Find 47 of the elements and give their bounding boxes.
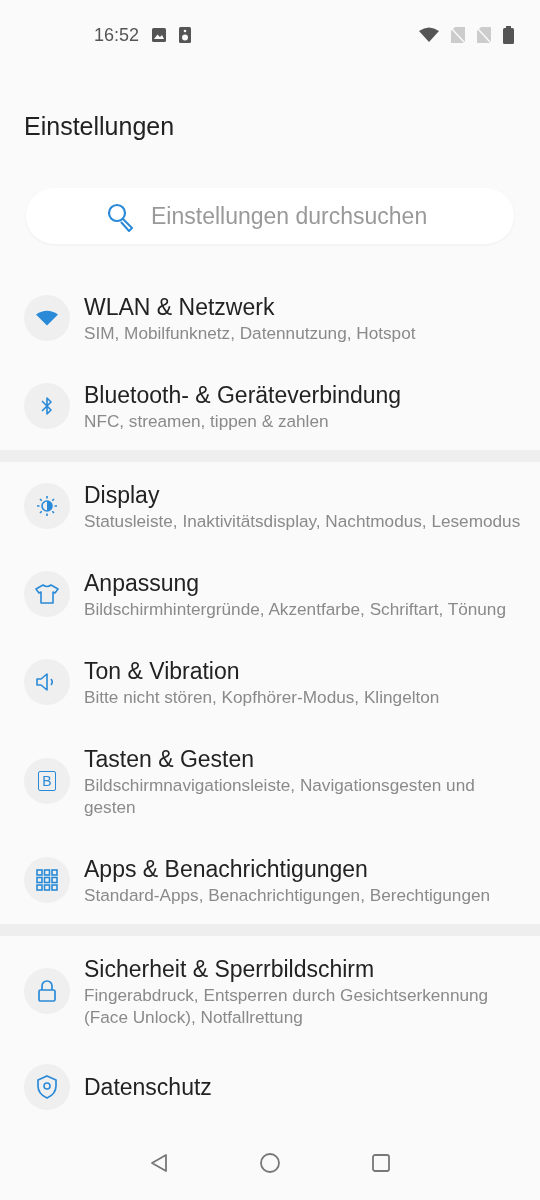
wifi-icon: [36, 310, 58, 326]
search-icon: [106, 202, 136, 232]
brightness-icon: [36, 495, 58, 517]
item-subtitle: Bitte nicht stören, Kopfhörer-Modus, Klingelton: [84, 686, 440, 708]
bluetooth-icon: [41, 396, 53, 416]
shirt-icon: [35, 583, 59, 605]
item-subtitle: Fingerabdruck, Entsperren durch Gesichtserkennung (Face Unlock), Notfallrettung: [84, 984, 490, 1028]
item-title: Ton & Vibration: [84, 657, 241, 686]
recents-icon[interactable]: [371, 1153, 391, 1173]
page-title: Einstellungen: [24, 112, 176, 140]
item-title: WLAN & Netzwerk: [84, 293, 276, 322]
item-subtitle: NFC, streamen, tippen & zahlen: [84, 410, 330, 432]
settings-item[interactable]: WLAN & Netzwerk SIM, Mobilfunknetz, Datennutzung, Hotspot: [0, 274, 540, 362]
battery-icon: [503, 26, 514, 44]
item-title: Datenschutz: [84, 1073, 212, 1102]
no-sim-icon: [451, 27, 465, 43]
no-sim-icon: [477, 27, 491, 43]
image-icon: [151, 27, 168, 43]
search-field[interactable]: Einstellungen durchsuchen: [26, 188, 514, 244]
settings-item[interactable]: Anpassung Bildschirmhintergründe, Akzentfarbe, Schriftart, Tönung: [0, 550, 540, 638]
settings-item[interactable]: Ton & Vibration Bitte nicht stören, Kopfhörer-Modus, Klingelton: [0, 638, 540, 726]
settings-item[interactable]: Datenschutz: [0, 1046, 540, 1128]
settings-item[interactable]: B Tasten & Gesten Bildschirmnavigationsleiste, Navigationsgesten und gesten: [0, 726, 540, 836]
speaker-icon: [179, 27, 192, 43]
lock-icon: [37, 979, 57, 1003]
wifi-icon: [419, 27, 439, 43]
item-subtitle: Standard-Apps, Benachrichtigungen, Berechtigungen: [84, 884, 491, 906]
item-title: Display: [84, 481, 161, 510]
settings-item[interactable]: Apps & Benachrichtigungen Standard-Apps, Benachrichtigungen, Berechtigungen: [0, 836, 540, 924]
item-title: Sicherheit & Sperrbildschirm: [84, 955, 376, 984]
settings-item[interactable]: Sicherheit & Sperrbildschirm Fingerabdruck, Entsperren durch Gesichtserkennung (Face Unlock), Notfallrettung: [0, 936, 540, 1046]
item-subtitle: Bildschirmhintergründe, Akzentfarbe, Schriftart, Tönung: [84, 598, 506, 620]
back-icon[interactable]: [149, 1153, 169, 1173]
home-icon[interactable]: [259, 1152, 281, 1174]
item-title: Apps & Benachrichtigungen: [84, 855, 369, 884]
item-subtitle: SIM, Mobilfunknetz, Datennutzung, Hotspot: [84, 322, 416, 344]
item-subtitle: Statusleiste, Inaktivitätsdisplay, Nachtmodus, Lesemodus: [84, 510, 521, 532]
status-time: 16:52: [94, 24, 140, 46]
grid-icon: [36, 869, 58, 891]
item-title: Tasten & Gesten: [84, 745, 256, 774]
shield-icon: [36, 1075, 58, 1099]
item-title: Bluetooth- & Geräteverbindung: [84, 381, 402, 410]
settings-item[interactable]: Bluetooth- & Geräteverbindung NFC, streamen, tippen & zahlen: [0, 362, 540, 450]
item-title: Anpassung: [84, 569, 201, 598]
key-icon: B: [38, 771, 56, 791]
settings-item[interactable]: Display Statusleiste, Inaktivitätsdisplay, Nachtmodus, Lesemodus: [0, 462, 540, 550]
item-subtitle: Bildschirmnavigationsleiste, Navigationsgesten und gesten: [84, 774, 476, 818]
